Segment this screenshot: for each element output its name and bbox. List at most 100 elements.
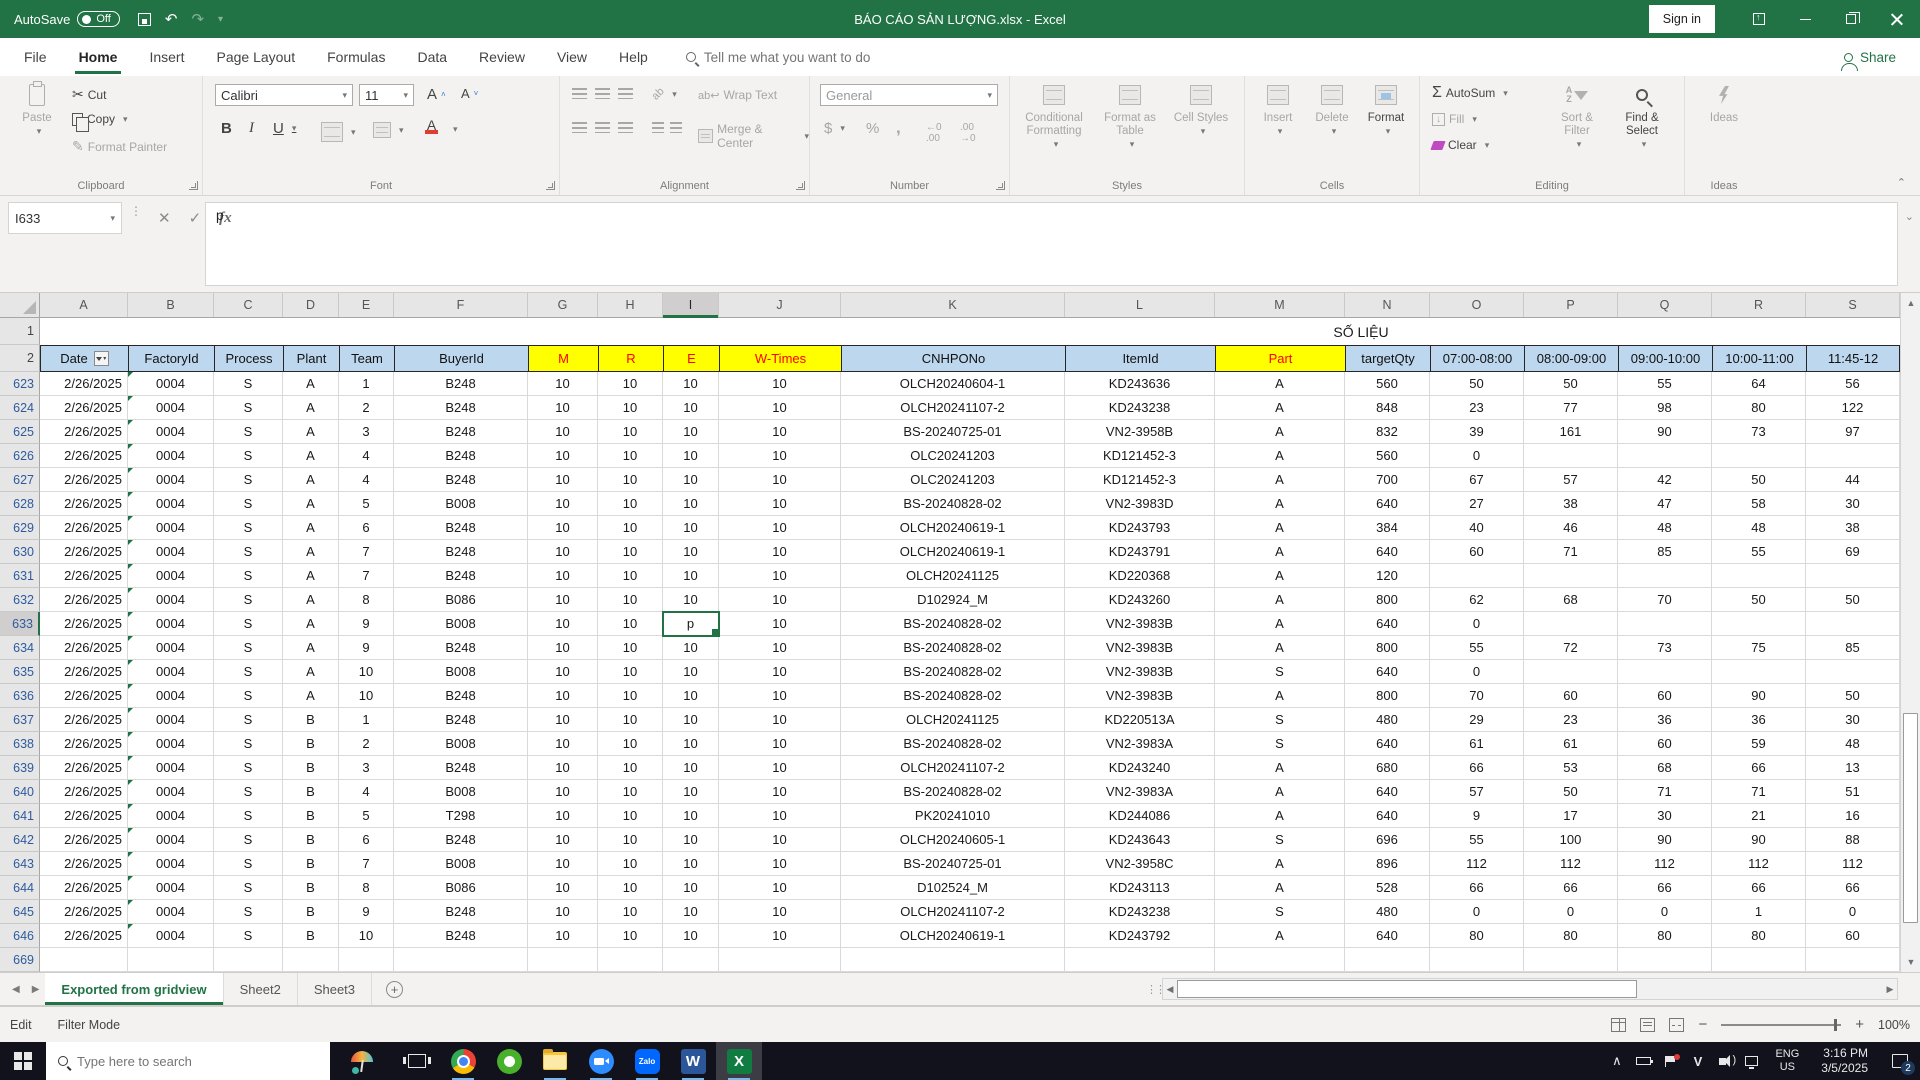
cell[interactable]: 10: [528, 708, 598, 732]
cell[interactable]: 640: [1345, 540, 1430, 564]
cell[interactable]: 51: [1806, 780, 1900, 804]
cell[interactable]: 2/26/2025: [40, 372, 128, 396]
cell[interactable]: 10: [528, 636, 598, 660]
cell[interactable]: 10: [719, 828, 841, 852]
cell[interactable]: 48: [1712, 516, 1806, 540]
cell[interactable]: 9: [1430, 804, 1524, 828]
paste-button[interactable]: Paste ▾: [12, 81, 62, 171]
cell[interactable]: 0004: [128, 612, 214, 636]
zoom-level[interactable]: 100%: [1878, 1018, 1910, 1032]
cell[interactable]: B248: [394, 636, 528, 660]
task-view-button[interactable]: [394, 1042, 440, 1080]
row-number-641[interactable]: 641: [0, 804, 40, 828]
cell[interactable]: 71: [1712, 780, 1806, 804]
cell[interactable]: 70: [1430, 684, 1524, 708]
cell[interactable]: 2/26/2025: [40, 588, 128, 612]
cell[interactable]: 10: [663, 660, 719, 684]
cell[interactable]: 800: [1345, 684, 1430, 708]
cell[interactable]: A: [1215, 684, 1345, 708]
cell[interactable]: BS-20240828-02: [841, 660, 1065, 684]
cell[interactable]: 80: [1524, 924, 1618, 948]
cell[interactable]: [1430, 948, 1524, 972]
cell[interactable]: 2/26/2025: [40, 420, 128, 444]
cell[interactable]: A: [1215, 780, 1345, 804]
cell[interactable]: 0004: [128, 564, 214, 588]
cell[interactable]: 10: [528, 924, 598, 948]
cell[interactable]: OLC20241203: [841, 444, 1065, 468]
cell[interactable]: 8: [339, 876, 394, 900]
cell[interactable]: S: [1215, 900, 1345, 924]
cell[interactable]: S: [214, 372, 283, 396]
cell[interactable]: 2/26/2025: [40, 468, 128, 492]
number-format-select[interactable]: General ▾: [820, 84, 998, 106]
customize-qat-icon[interactable]: ▾: [218, 14, 223, 25]
autosave-toggle[interactable]: AutoSave Off: [14, 11, 120, 27]
cell[interactable]: OLCH20240619-1: [841, 516, 1065, 540]
cell[interactable]: 10: [528, 900, 598, 924]
cell[interactable]: 66: [1806, 876, 1900, 900]
cell[interactable]: 10: [719, 780, 841, 804]
table-header-10-00-11-00[interactable]: 10:00-11:00: [1712, 345, 1806, 372]
table-header-date[interactable]: Date ▾: [40, 345, 128, 372]
cell[interactable]: 10: [528, 732, 598, 756]
cell[interactable]: 50: [1430, 372, 1524, 396]
number-dialog-launcher-icon[interactable]: [996, 181, 1005, 190]
column-header-R[interactable]: R: [1712, 293, 1806, 317]
cell[interactable]: 5: [339, 492, 394, 516]
cell[interactable]: 10: [719, 732, 841, 756]
cell[interactable]: A: [1215, 420, 1345, 444]
row-number-640[interactable]: 640: [0, 780, 40, 804]
cell[interactable]: 6: [339, 516, 394, 540]
cell[interactable]: A: [283, 396, 339, 420]
name-box[interactable]: I633 ▾: [8, 202, 122, 234]
cell[interactable]: 0004: [128, 828, 214, 852]
column-header-K[interactable]: K: [841, 293, 1065, 317]
cell[interactable]: 10: [663, 444, 719, 468]
table-header-m[interactable]: M: [528, 345, 598, 372]
horizontal-scroll-thumb[interactable]: [1177, 980, 1637, 998]
cell[interactable]: A: [1215, 756, 1345, 780]
cell[interactable]: 60: [1430, 540, 1524, 564]
cell[interactable]: 10: [663, 420, 719, 444]
cell[interactable]: B248: [394, 540, 528, 564]
cell[interactable]: [841, 948, 1065, 972]
ribbon-tab-page-layout[interactable]: Page Layout: [200, 38, 311, 76]
cell[interactable]: 0: [1430, 660, 1524, 684]
scroll-down-icon[interactable]: ▼: [1901, 952, 1920, 972]
share-button[interactable]: Share: [1840, 50, 1896, 71]
cell[interactable]: S: [214, 396, 283, 420]
cell[interactable]: 36: [1712, 708, 1806, 732]
cell[interactable]: 2: [339, 396, 394, 420]
cell[interactable]: 10: [598, 564, 663, 588]
insert-cells-button[interactable]: Insert ▾: [1253, 82, 1303, 171]
cell[interactable]: 7: [339, 564, 394, 588]
cell[interactable]: 2/26/2025: [40, 516, 128, 540]
confirm-entry-icon[interactable]: ✓: [189, 209, 202, 227]
cell[interactable]: 30: [1618, 804, 1712, 828]
cell[interactable]: 10: [719, 516, 841, 540]
cell[interactable]: A: [283, 420, 339, 444]
cell[interactable]: 10: [598, 756, 663, 780]
cell[interactable]: 85: [1806, 636, 1900, 660]
cell[interactable]: BS-20240725-01: [841, 420, 1065, 444]
formula-bar-splitter[interactable]: ⋮: [130, 205, 142, 217]
cell[interactable]: 10: [663, 708, 719, 732]
ribbon-tab-home[interactable]: Home: [63, 38, 134, 76]
cell[interactable]: 2/26/2025: [40, 756, 128, 780]
language-indicator[interactable]: ENG US: [1765, 1048, 1809, 1074]
cell[interactable]: 64: [1712, 372, 1806, 396]
cell[interactable]: KD243240: [1065, 756, 1215, 780]
cell[interactable]: 10: [663, 900, 719, 924]
cell[interactable]: A: [283, 588, 339, 612]
cell[interactable]: [1712, 660, 1806, 684]
clock[interactable]: 3:16 PM 3/5/2025: [1809, 1046, 1880, 1076]
cell[interactable]: OLCH20241125: [841, 708, 1065, 732]
row-number-642[interactable]: 642: [0, 828, 40, 852]
cell[interactable]: 71: [1524, 540, 1618, 564]
cell[interactable]: OLCH20240604-1: [841, 372, 1065, 396]
row-number-624[interactable]: 624: [0, 396, 40, 420]
cell[interactable]: VN2-3958C: [1065, 852, 1215, 876]
save-icon[interactable]: [137, 12, 151, 26]
cell[interactable]: 2/26/2025: [40, 444, 128, 468]
cell[interactable]: B: [283, 708, 339, 732]
